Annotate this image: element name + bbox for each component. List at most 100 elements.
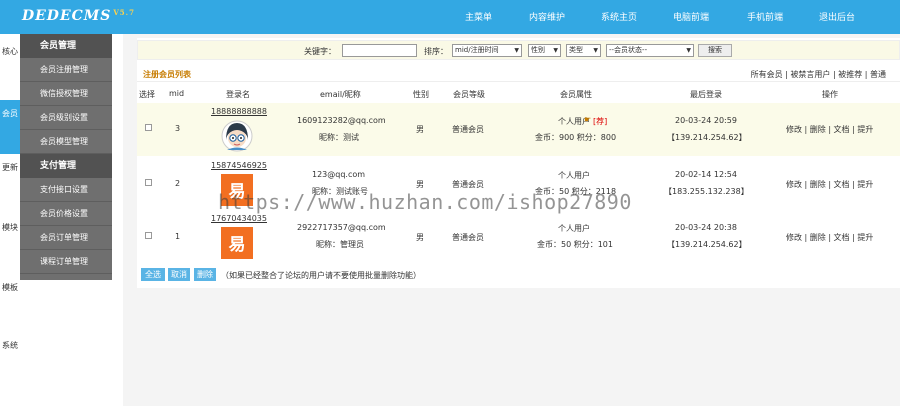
col-mid: mid — [169, 89, 185, 98]
svg-text:易: 易 — [229, 235, 246, 255]
sort-select[interactable]: mid/注册时间 ▼ — [452, 44, 522, 57]
row-last-login-date: 20-03-24 20:59 — [675, 116, 737, 125]
row-mid: 1 — [175, 232, 181, 241]
link-normal[interactable]: 普通 — [870, 70, 886, 79]
row-money: 金币：900 积分：800 — [535, 133, 617, 142]
keyword-label: 关键字： — [304, 47, 336, 56]
row-last-login-date: 20-03-24 20:38 — [675, 223, 737, 232]
tab-core[interactable]: 核心 — [0, 46, 20, 58]
row-last-login-date: 20-02-14 12:54 — [675, 170, 737, 179]
menu-course-orders[interactable]: 课程订单管理 — [20, 250, 112, 274]
nav-mobile-front[interactable]: 手机前端 — [747, 10, 783, 23]
sidebar-tabs: 核心 会员 更新 模块 模板 系统 — [0, 34, 20, 406]
section-payment-manage: 支付管理 — [20, 154, 112, 178]
col-gender: 性别 — [413, 90, 429, 99]
tab-update[interactable]: 更新 — [0, 162, 20, 174]
link-muted-users[interactable]: 被禁言用户 — [790, 70, 830, 79]
row-email: 123@qq.com — [312, 170, 366, 179]
menu-member-level[interactable]: 会员级别设置 — [20, 106, 112, 130]
col-actions: 操作 — [822, 90, 838, 99]
tab-member[interactable]: 会员 — [0, 100, 20, 154]
menu-member-model[interactable]: 会员模型管理 — [20, 130, 112, 154]
link-all-members[interactable]: 所有会员 — [751, 70, 783, 79]
menu-member-register[interactable]: 会员注册管理 — [20, 58, 112, 82]
row-mid: 3 — [175, 124, 181, 133]
recommend-icon: ☛ — [584, 115, 592, 124]
watermark: https://www.huzhan.com/ishop27890 — [218, 190, 632, 214]
row-checkbox[interactable] — [145, 179, 152, 186]
row-last-login-ip: 【183.255.132.238】 — [664, 187, 749, 196]
row-email: 2922717357@qq.com — [297, 223, 386, 232]
row-level: 普通会员 — [452, 125, 484, 134]
col-email: email/昵称 — [320, 90, 361, 99]
row-actions[interactable]: 修改 | 删除 | 文档 | 提升 — [786, 232, 873, 243]
row-gender: 男 — [416, 180, 424, 189]
row-username[interactable]: 15874546925 — [211, 161, 267, 170]
row-mid: 2 — [175, 179, 181, 188]
filter-bar: 关键字： 排序： mid/注册时间 ▼ 性别 ▼ 类型 ▼ --会员状态-- ▼ 搜索 — [137, 40, 900, 60]
chevron-down-icon: ▼ — [686, 47, 691, 54]
bulk-delete-note: （如果已经整合了论坛的用户请不要使用批量删除功能） — [221, 271, 421, 280]
chevron-down-icon: ▼ — [593, 47, 598, 54]
nav-content[interactable]: 内容维护 — [529, 10, 565, 23]
tab-module[interactable]: 模块 — [0, 222, 20, 234]
row-recommend-badge: [荐] — [593, 117, 608, 126]
list-header: 注册会员列表 所有会员 | 被禁言用户 | 被推荐 | 普通 — [137, 66, 900, 82]
row-nickname: 昵称：测试 — [319, 133, 359, 142]
status-select[interactable]: --会员状态-- ▼ — [606, 44, 694, 57]
list-title: 注册会员列表 — [143, 70, 191, 79]
row-username[interactable]: 18888888888 — [211, 107, 267, 116]
nav-home[interactable]: 系统主页 — [601, 10, 637, 23]
select-all-button[interactable]: 全选 — [141, 268, 165, 281]
row-attr: 个人用户 — [558, 224, 590, 233]
row-nickname: 昵称：管理员 — [316, 240, 364, 249]
nav-pc-front[interactable]: 电脑前端 — [673, 10, 709, 23]
row-gender: 男 — [416, 233, 424, 242]
list-filter-links: 所有会员 | 被禁言用户 | 被推荐 | 普通 — [750, 70, 886, 79]
nav-logout[interactable]: 退出后台 — [819, 10, 855, 23]
delete-button[interactable]: 删除 — [194, 268, 216, 281]
row-money: 金币：50 积分：101 — [537, 240, 613, 249]
section-member-manage: 会员管理 — [20, 34, 112, 58]
tab-template[interactable]: 模板 — [0, 282, 20, 294]
row-checkbox[interactable] — [145, 232, 152, 239]
row-last-login-ip: 【139.214.254.62】 — [667, 133, 747, 142]
nav-main-menu[interactable]: 主菜单 — [465, 10, 492, 23]
top-bar: DEDECMS V5.7 主菜单 内容维护 系统主页 电脑前端 手机前端 退出后台 — [0, 0, 900, 34]
tab-system[interactable]: 系统 — [0, 340, 20, 352]
keyword-input[interactable] — [342, 44, 417, 57]
logo: DEDECMS V5.7 — [22, 8, 135, 24]
row-gender: 男 — [416, 125, 424, 134]
row-checkbox[interactable] — [145, 124, 152, 131]
sort-label: 排序： — [424, 47, 448, 56]
col-last-login: 最后登录 — [690, 90, 722, 99]
menu-payment-api[interactable]: 支付接口设置 — [20, 178, 112, 202]
submenu: 会员管理 会员注册管理 微信授权管理 会员级别设置 会员模型管理 支付管理 支付… — [20, 34, 112, 280]
col-attr: 会员属性 — [560, 90, 592, 99]
row-email: 1609123282@qq.com — [297, 116, 386, 125]
gender-select[interactable]: 性别 ▼ — [528, 44, 561, 57]
row-last-login-ip: 【139.214.254.62】 — [667, 240, 747, 249]
type-select[interactable]: 类型 ▼ — [566, 44, 601, 57]
row-attr: 个人用户 — [558, 171, 590, 180]
row-actions[interactable]: 修改 | 删除 | 文档 | 提升 — [786, 124, 873, 135]
menu-wechat-auth[interactable]: 微信授权管理 — [20, 82, 112, 106]
menu-member-price[interactable]: 会员价格设置 — [20, 202, 112, 226]
link-recommended[interactable]: 被推荐 — [838, 70, 862, 79]
col-level: 会员等级 — [453, 90, 485, 99]
row-level: 普通会员 — [452, 233, 484, 242]
chevron-down-icon: ▼ — [553, 47, 558, 54]
row-username[interactable]: 17670434035 — [211, 214, 267, 223]
avatar: 易 — [221, 227, 253, 259]
version-badge: V5.7 — [113, 8, 135, 17]
cancel-button[interactable]: 取消 — [168, 268, 190, 281]
avatar — [221, 120, 253, 152]
row-actions[interactable]: 修改 | 删除 | 文档 | 提升 — [786, 179, 873, 190]
chevron-down-icon: ▼ — [514, 47, 519, 54]
menu-member-orders[interactable]: 会员订单管理 — [20, 226, 112, 250]
table-row: 1 17670434035 易 2922717357@qq.com 昵称：管理员… — [137, 210, 900, 263]
table-row: 3 18888888888 1609123282@qq.com 昵称：测试 男 … — [137, 103, 900, 156]
search-button[interactable]: 搜索 — [698, 44, 732, 57]
col-username: 登录名 — [226, 90, 250, 99]
col-select: 选择 — [139, 90, 155, 99]
